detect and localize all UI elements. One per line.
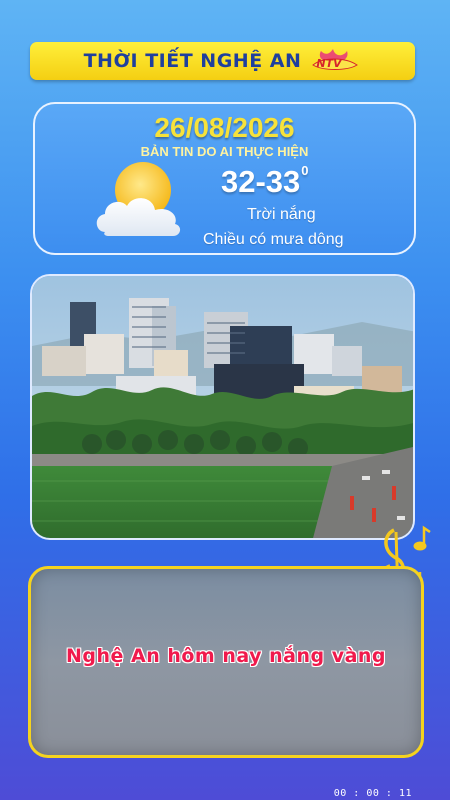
weather-card: 26/08/2026 BẢN TIN DO AI THỰC HIỆN 32-33… <box>33 102 416 255</box>
caption-text: Nghệ An hôm nay nắng vàng <box>65 645 387 667</box>
city-skyline-photo <box>30 274 415 540</box>
condition-line-2: Chiều có mưa dông <box>203 231 344 248</box>
temperature-value: 32-33 <box>221 164 301 199</box>
forecast-subtitle: BẢN TIN DO AI THỰC HIỆN <box>140 144 309 159</box>
caption-box: Nghệ An hôm nay nắng vàng <box>28 566 424 758</box>
logo-text: NTV <box>316 57 342 70</box>
timecode: 00 : 00 : 11 <box>333 788 412 799</box>
header-banner: THỜI TIẾT NGHỆ AN NTV <box>30 42 415 80</box>
sun-behind-cloud-icon <box>91 160 191 245</box>
header-title: THỜI TIẾT NGHỆ AN <box>83 50 302 72</box>
temperature-unit: 0 <box>301 162 309 178</box>
condition-line-1: Trời nắng <box>247 206 316 223</box>
forecast-date: 26/08/2026 <box>154 112 295 143</box>
temperature: 32-330 <box>221 162 309 200</box>
ntv-logo: NTV <box>309 47 361 75</box>
